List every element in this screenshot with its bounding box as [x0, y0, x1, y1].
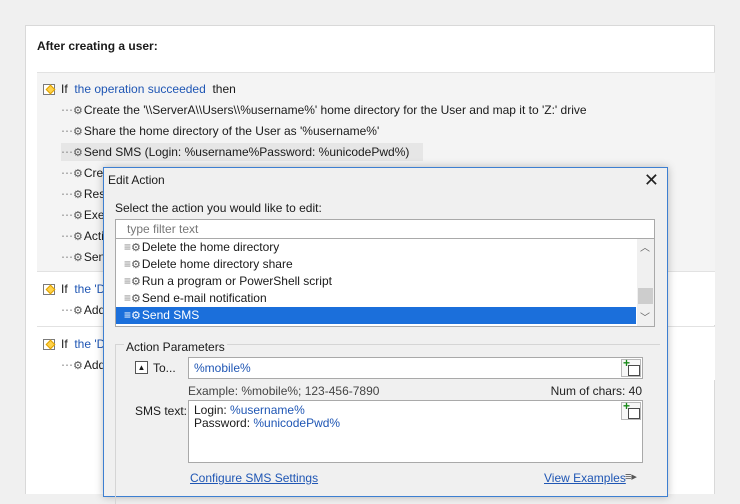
gear-icon: ⚙: [73, 189, 83, 201]
list-item[interactable]: ≡⚙Delete home directory share: [116, 256, 636, 273]
to-button[interactable]: To...: [153, 361, 176, 375]
tree-dots-icon: ⋯: [61, 166, 73, 180]
action-row-selected[interactable]: ⋯⚙Send SMS (Login: %username%Password: %…: [61, 143, 424, 161]
list-item-label: Send SMS: [141, 308, 200, 322]
tree-dots-icon: ⋯: [61, 250, 73, 264]
gear-icon: ⚙: [73, 126, 83, 138]
list-item-label: Delete home directory share: [141, 257, 293, 271]
tree-dots-icon: ⋯: [61, 187, 73, 201]
scroll-down-icon[interactable]: ﹀: [640, 309, 650, 324]
expand-arrow-icon[interactable]: ≡▸: [625, 470, 637, 483]
condition-icon: [43, 84, 55, 95]
list-item-selected[interactable]: ≡⚙Send SMS: [116, 307, 636, 324]
list-scrollbar[interactable]: ︿ ﹀: [637, 239, 654, 326]
close-icon[interactable]: ✕: [644, 170, 659, 191]
action-row[interactable]: ⋯⚙Create the '\\ServerA\\Users\\%usernam…: [61, 101, 587, 119]
action-text: Share the home directory of the User as …: [83, 124, 380, 138]
list-item-label: Run a program or PowerShell script: [141, 274, 332, 288]
list-item[interactable]: ≡⚙Delete the home directory: [116, 239, 636, 256]
tree-dots-icon: ⋯: [61, 103, 73, 117]
tree-dots-icon: ≡: [124, 291, 131, 305]
gear-icon: ⚙: [131, 242, 141, 254]
if-keyword: If: [61, 282, 68, 296]
sms-text: Password:: [194, 416, 254, 430]
edit-action-dialog: Edit Action ✕ Select the action you woul…: [103, 167, 668, 504]
sms-text-input[interactable]: Login: %username% Password: %unicodePwd%: [188, 400, 643, 463]
sms-line-2: Password: %unicodePwd%: [194, 417, 642, 430]
sms-variable: %unicodePwd%: [253, 416, 341, 430]
sms-text: Login:: [194, 403, 231, 417]
num-chars-counter: Num of chars: 40: [550, 384, 642, 398]
gear-icon: ⚙: [73, 210, 83, 222]
panel-title: After creating a user:: [37, 39, 158, 53]
scrollbar-thumb[interactable]: [638, 288, 653, 304]
rule-if-row[interactable]: If the 'D: [43, 280, 105, 298]
gear-icon: ⚙: [131, 310, 141, 322]
list-item-label: Delete the home directory: [141, 240, 280, 254]
gear-icon: ⚙: [131, 259, 141, 271]
gear-icon: ⚙: [73, 147, 83, 159]
action-row[interactable]: ⋯⚙Share the home directory of the User a…: [61, 122, 379, 140]
gear-icon: ⚙: [131, 293, 141, 305]
to-input[interactable]: %mobile%: [188, 357, 643, 379]
list-item[interactable]: ≡⚙Send e-mail notification: [116, 290, 636, 307]
condition-icon: [43, 339, 55, 350]
sms-text-label: SMS text:: [135, 404, 188, 418]
filter-input[interactable]: type filter text: [115, 219, 655, 239]
view-examples-link[interactable]: View Examples: [544, 471, 626, 485]
gear-icon: ⚙: [73, 105, 83, 117]
scroll-up-icon[interactable]: ︿: [640, 239, 650, 254]
if-keyword: If: [61, 82, 68, 96]
condition-icon: [43, 284, 55, 295]
if-keyword: If: [61, 337, 68, 351]
tree-dots-icon: ⋯: [61, 229, 73, 243]
insert-property-button[interactable]: [621, 399, 641, 420]
list-item[interactable]: ≡⚙Run a program or PowerShell script: [116, 273, 636, 290]
tree-dots-icon: ⋯: [61, 124, 73, 138]
dialog-title: Edit Action: [108, 173, 165, 187]
example-hint: Example: %mobile%; 123-456-7890: [188, 384, 380, 398]
select-action-label: Select the action you would like to edit…: [115, 201, 322, 215]
condition-link[interactable]: the operation succeeded: [74, 82, 205, 96]
tree-dots-icon: ≡: [124, 240, 131, 254]
action-text: Send SMS (Login: %username%Password: %un…: [83, 145, 410, 159]
tree-dots-icon: ⋯: [61, 208, 73, 222]
insert-property-button[interactable]: [621, 356, 641, 377]
action-list[interactable]: ≡⚙Delete the home directory ≡⚙Delete hom…: [115, 239, 655, 327]
address-book-icon[interactable]: ▲: [135, 361, 148, 374]
condition-link[interactable]: the 'D: [74, 282, 105, 296]
tree-dots-icon: ≡: [124, 274, 131, 288]
gear-icon: ⚙: [73, 168, 83, 180]
configure-sms-link[interactable]: Configure SMS Settings: [190, 471, 318, 485]
rule-if-row[interactable]: If the 'D: [43, 335, 105, 353]
then-keyword: then: [212, 82, 236, 96]
tree-dots-icon: ⋯: [61, 145, 73, 159]
rule-if-row[interactable]: If the operation succeeded then: [43, 80, 236, 98]
list-item-label: Send e-mail notification: [141, 291, 267, 305]
gear-icon: ⚙: [73, 231, 83, 243]
gear-icon: ⚙: [73, 252, 83, 264]
condition-link[interactable]: the 'D: [74, 337, 105, 351]
action-text: Create the '\\ServerA\\Users\\%username%…: [83, 103, 587, 117]
tree-dots-icon: ≡: [124, 308, 131, 322]
gear-icon: ⚙: [73, 360, 83, 372]
tree-dots-icon: ⋯: [61, 303, 73, 317]
sms-variable: %username%: [230, 403, 305, 417]
gear-icon: ⚙: [131, 276, 141, 288]
tree-dots-icon: ≡: [124, 257, 131, 271]
group-title: Action Parameters: [124, 340, 227, 354]
gear-icon: ⚙: [73, 305, 83, 317]
tree-dots-icon: ⋯: [61, 358, 73, 372]
